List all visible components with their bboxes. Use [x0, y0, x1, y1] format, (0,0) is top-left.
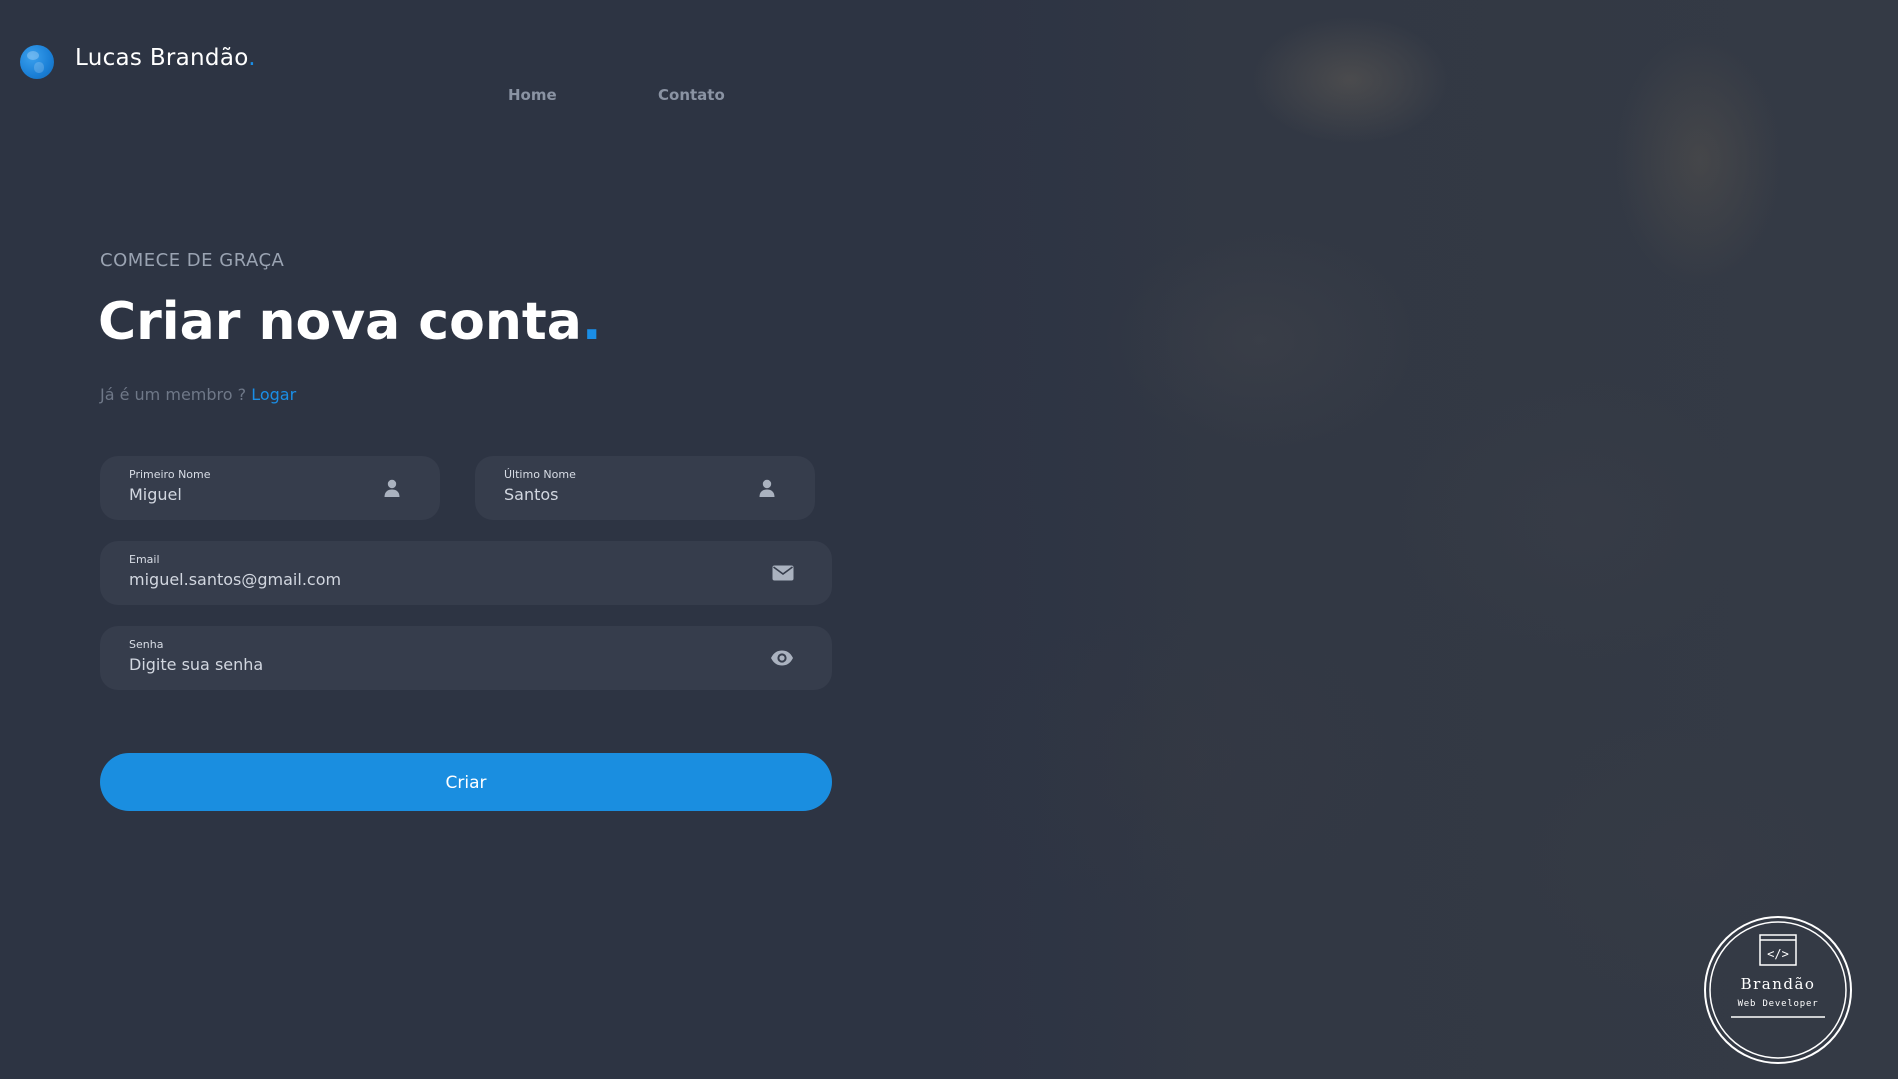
email-input[interactable]: miguel.santos@gmail.com: [129, 570, 832, 589]
brand-dot: .: [248, 45, 256, 71]
password-input[interactable]: Digite sua senha: [129, 655, 832, 674]
badge-name: Brandão: [1741, 975, 1816, 993]
user-icon: [384, 479, 400, 497]
badge-subtitle: Web Developer: [1738, 999, 1819, 1009]
brand-name[interactable]: Lucas Brandão.: [75, 45, 256, 71]
password-label: Senha: [129, 638, 164, 651]
brandao-logo-badge: </> Brandão Web Developer: [1704, 916, 1852, 1064]
eye-icon[interactable]: [770, 648, 794, 668]
email-label: Email: [129, 553, 160, 566]
login-link[interactable]: Logar: [251, 385, 296, 404]
member-prompt-text: Já é um membro ?: [100, 385, 252, 404]
globe-logo-icon[interactable]: [20, 45, 54, 79]
title-dot: .: [581, 292, 602, 352]
page-title-text: Criar nova conta: [98, 292, 582, 352]
first-name-field[interactable]: Primeiro Nome Miguel: [100, 456, 440, 520]
user-icon: [759, 479, 775, 497]
email-field[interactable]: Email miguel.santos@gmail.com: [100, 541, 832, 605]
svg-text:</>: </>: [1767, 947, 1789, 961]
nav-link-contato[interactable]: Contato: [658, 86, 725, 104]
brand-name-text: Lucas Brandão: [75, 45, 249, 71]
page: Lucas Brandão. Home Contato COMECE DE GR…: [0, 0, 1898, 1079]
envelope-icon: [772, 565, 794, 581]
password-field[interactable]: Senha Digite sua senha: [100, 626, 832, 690]
member-prompt: Já é um membro ? Logar: [100, 385, 296, 404]
nav-link-home[interactable]: Home: [508, 86, 557, 104]
page-title: Criar nova conta.: [98, 292, 602, 352]
code-window-icon: </>: [1759, 934, 1797, 966]
eyebrow-text: COMECE DE GRAÇA: [100, 250, 285, 271]
create-account-button[interactable]: Criar: [100, 753, 832, 811]
last-name-field[interactable]: Último Nome Santos: [475, 456, 815, 520]
